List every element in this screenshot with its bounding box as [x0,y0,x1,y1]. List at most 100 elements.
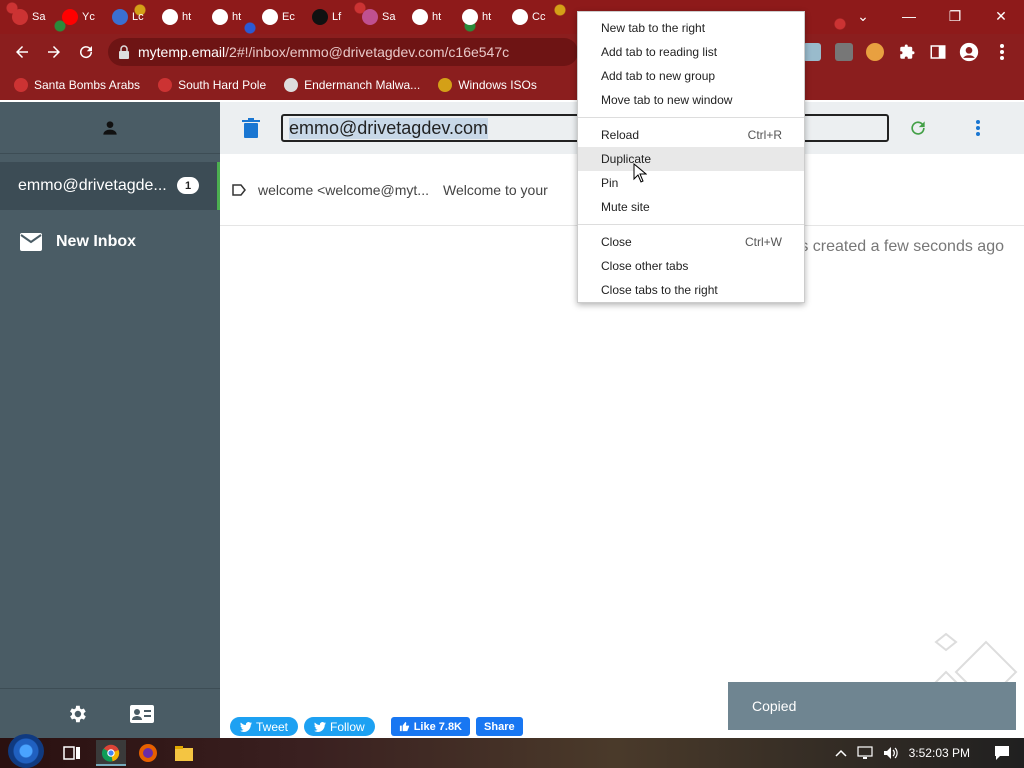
reload-icon [80,46,93,59]
browser-tab[interactable]: Ec [256,6,306,28]
label-tag-icon [232,183,246,196]
tab-title: ht [482,11,492,23]
thumbs-up-icon [399,721,409,732]
browser-tab[interactable]: Lf [306,6,356,28]
notification-icon[interactable] [994,745,1010,761]
extensions-button[interactable] [895,40,919,64]
tab-favicon-icon [162,9,178,25]
menu-item-close-other-tabs[interactable]: Close other tabs [578,254,804,278]
bookmark-label: South Hard Pole [178,78,267,92]
url-path: /2#!/inbox/emmo@drivetagdev.com/c16e547c [225,44,510,60]
follow-label: Follow [330,719,365,734]
menu-item-pin[interactable]: Pin [578,171,804,195]
menu-item-close[interactable]: Close Ctrl+W [578,230,804,254]
menu-item-mute-site[interactable]: Mute site [578,195,804,219]
bookmark-favicon-icon [14,78,28,92]
like-label: Like 7.8K [413,720,463,733]
sidebar-inbox-item[interactable]: emmo@drivetagde... 1 [0,162,220,210]
sidebar-footer [0,688,220,738]
browser-tab[interactable]: ht [156,6,206,28]
bookmark-item[interactable]: Windows ISOs [438,78,537,92]
minimize-button[interactable]: — [886,0,932,32]
gear-icon[interactable] [66,703,88,725]
share-label: Share [484,720,515,733]
tab-favicon-icon [62,9,78,25]
menu-item-label: Add tab to new group [601,69,716,83]
file-explorer-icon[interactable] [174,743,194,763]
menu-item-label: Close other tabs [601,259,689,273]
twitter-bird-icon [240,721,252,732]
volume-icon[interactable] [883,746,899,760]
browser-tab[interactable]: ht [456,6,506,28]
extension-s-icon[interactable] [835,43,853,61]
chrome-taskbar-button[interactable] [96,740,126,766]
menu-item-add-tab-to-new-group[interactable]: Add tab to new group [578,64,804,88]
forward-button[interactable] [42,40,66,64]
browser-tab[interactable]: Sa [6,6,56,28]
menu-item-new-tab-to-the-right[interactable]: New tab to the right [578,16,804,40]
reload-page-button[interactable] [74,40,98,64]
firefox-icon[interactable] [138,743,158,763]
menu-separator [578,224,804,225]
extension-flag-icon[interactable] [803,43,821,61]
tab-title: Lc [132,11,144,23]
contact-card-icon[interactable] [130,704,154,723]
menu-item-close-tabs-to-the-right[interactable]: Close tabs to the right [578,278,804,302]
address-bar[interactable]: mytemp.email/2#!/inbox/emmo@drivetagdev.… [108,38,578,66]
extension-avatar-icon[interactable] [866,43,884,61]
bookmark-item[interactable]: Santa Bombs Arabs [14,78,140,92]
tab-favicon-icon [12,9,28,25]
new-inbox-button[interactable]: New Inbox [0,224,220,260]
follow-button[interactable]: Follow [304,717,375,736]
arrow-right-icon [48,46,60,58]
tweet-button[interactable]: Tweet [230,717,299,736]
tab-context-menu: New tab to the right Add tab to reading l… [577,11,805,303]
tab-title: ht [432,11,442,23]
menu-item-duplicate[interactable]: Duplicate [578,147,804,171]
sidebar: emmo@drivetagde... 1 New Inbox [0,102,220,738]
tab-title: Yc [82,11,95,23]
tab-search-button[interactable]: ⌄ [840,0,886,32]
arrow-left-icon [16,46,28,58]
browser-tab[interactable]: ht [206,6,256,28]
menu-item-reload[interactable]: Reload Ctrl+R [578,123,804,147]
twitter-bird-icon [314,721,327,732]
restore-button[interactable]: ❐ [932,0,978,32]
browser-toolbar: mytemp.email/2#!/inbox/emmo@drivetagdev.… [0,34,1024,70]
inbox-address-label: emmo@drivetagde... [18,177,167,194]
browser-tab[interactable]: Lc [106,6,156,28]
browser-tab[interactable]: ht [406,6,456,28]
tab-title: ht [182,11,192,23]
close-window-button[interactable]: ✕ [978,0,1024,32]
browser-tab[interactable]: Sa [356,6,406,28]
browser-tab[interactable]: Cc [506,6,556,28]
chrome-menu-button[interactable] [990,40,1014,64]
clock-time[interactable]: 3:52:03 PM [909,746,970,760]
more-vertical-icon[interactable] [975,119,981,137]
message-sender: welcome <welcome@myt... [258,181,429,198]
tab-title: Lf [332,11,342,23]
mouse-cursor-icon [633,163,647,183]
bookmark-favicon-icon [438,78,453,92]
side-panel-button[interactable] [926,40,950,64]
inbox-created-text: s created a few seconds ago [800,238,1004,255]
back-button[interactable] [10,40,34,64]
bookmark-item[interactable]: South Hard Pole [158,78,266,92]
network-icon[interactable] [857,746,873,760]
tab-favicon-icon [212,9,228,25]
refresh-icon[interactable] [908,118,928,138]
trash-icon[interactable] [242,118,260,138]
browser-tab[interactable]: Yc [56,6,106,28]
bookmark-item[interactable]: Endermanch Malwa... [284,78,420,92]
facebook-like-button[interactable]: Like 7.8K [390,717,471,736]
menu-item-add-tab-to-reading-list[interactable]: Add tab to reading list [578,40,804,64]
facebook-share-button[interactable]: Share [476,717,523,736]
start-button[interactable] [8,734,44,768]
toast-message: Copied [752,698,797,714]
chevron-up-icon[interactable] [835,749,847,757]
person-icon[interactable] [100,118,120,138]
task-view-icon[interactable] [62,743,82,763]
menu-item-move-tab-to-new-window[interactable]: Move tab to new window [578,88,804,112]
profile-button[interactable] [957,40,981,64]
bookmark-label: Santa Bombs Arabs [34,78,141,92]
